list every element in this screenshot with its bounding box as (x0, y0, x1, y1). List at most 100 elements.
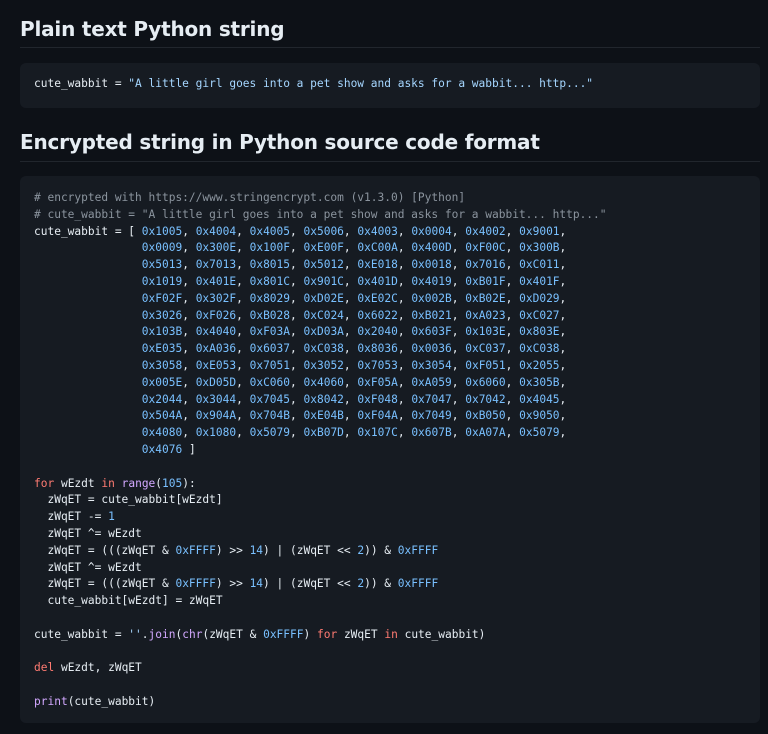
code-token: 0x3026 (141, 308, 183, 322)
code-token: , (343, 426, 358, 440)
code-token: , (343, 358, 358, 372)
code-token: 0xF03A (249, 325, 291, 339)
code-token: , (290, 325, 304, 339)
code-token: 0x7045 (249, 392, 291, 406)
code-token: zWqET = cute_wabbit[wEzdt] (34, 493, 223, 507)
code-token: , (290, 426, 304, 440)
code-token: , (236, 426, 250, 440)
code-line: 0x0009, 0x300E, 0x100F, 0xE00F, 0xC00A, … (34, 241, 567, 255)
code-token: 0x7053 (357, 358, 398, 372)
code-token: , (182, 375, 196, 389)
code-token: , (505, 291, 520, 305)
code-token: ] (182, 442, 196, 456)
code-token: zWqET ^= wEzdt (34, 526, 142, 540)
code-token: 0x904A (195, 409, 237, 423)
code-token: 0x4005 (249, 224, 291, 238)
code-token: , (182, 392, 196, 406)
code-token: , (182, 342, 196, 356)
code-token: , (290, 375, 304, 389)
code-token: 0xFFFF (397, 577, 439, 591)
code-token: 0x401D (357, 274, 398, 288)
code-token: , (451, 426, 466, 440)
code-token: 0x9050 (519, 409, 560, 423)
code-block-plain[interactable]: cute_wabbit = "A little girl goes into a… (20, 63, 760, 108)
code-token: 0xA036 (195, 342, 237, 356)
code-token: 14 (249, 543, 264, 557)
code-block-encrypted[interactable]: # encrypted with https://www.stringencry… (20, 176, 760, 723)
code-token: , (236, 241, 250, 255)
code-line: 0xF02F, 0x302F, 0x8029, 0xD02E, 0xE02C, … (34, 291, 567, 305)
code-token: zWqET ^= wEzdt (34, 560, 142, 574)
code-token: zWqET = (((zWqET & (34, 543, 176, 557)
code-token: 0x4040 (195, 325, 237, 339)
code-token: , (290, 409, 304, 423)
code-line: cute_wabbit[wEzdt] = zWqET (34, 594, 222, 607)
code-line: cute_wabbit = [ 0x1005, 0x4004, 0x4005, … (34, 225, 566, 238)
section-divider (20, 161, 760, 162)
code-token: cute_wabbit) (397, 627, 486, 641)
code-token: 0xC011 (519, 258, 560, 272)
code-token: 0xE04B (303, 409, 344, 423)
code-token: , (343, 274, 358, 288)
code-token: 0x901C (303, 274, 344, 288)
code-token: print (34, 694, 68, 708)
code-token: , (505, 241, 520, 255)
code-token: , (451, 224, 466, 238)
code-text: cute_wabbit = "A little girl goes into a… (34, 76, 593, 93)
code-token: , (290, 224, 304, 238)
code-line: 0x504A, 0x904A, 0x704B, 0xE04B, 0xF04A, … (34, 409, 567, 423)
code-token: , (236, 358, 250, 372)
code-token: , (451, 375, 466, 389)
code-line: 0x4080, 0x1080, 0x5079, 0xB07D, 0x107C, … (34, 426, 567, 440)
code-token: , (505, 224, 520, 238)
code-token: , (182, 291, 196, 305)
code-token: , (397, 409, 412, 423)
code-token: 105 (162, 476, 183, 490)
code-token: 0x9001 (519, 224, 560, 238)
code-token: , (182, 274, 196, 288)
code-token: , (182, 224, 196, 238)
code-token: 0x504A (141, 409, 183, 423)
code-token: , (182, 308, 196, 322)
code-token: 0xE053 (195, 358, 237, 372)
code-token: 0xE035 (141, 342, 183, 356)
code-line: 0x2044, 0x3044, 0x7045, 0x8042, 0xF048, … (34, 392, 567, 406)
code-token: 0xC00A (357, 241, 398, 255)
code-token: 0xF02F (141, 291, 183, 305)
code-token: , (343, 258, 358, 272)
code-token: , (290, 358, 304, 372)
code-token: , (343, 375, 358, 389)
code-line: cute_wabbit = "A little girl goes into a… (34, 77, 593, 90)
code-token: 0x103B (141, 325, 183, 339)
code-token: , (182, 409, 196, 423)
code-token: 0x401E (195, 274, 237, 288)
code-token: 0x0036 (411, 342, 452, 356)
code-token: 0x3058 (141, 358, 183, 372)
code-token: 0xA023 (465, 308, 506, 322)
code-token: , (559, 274, 567, 288)
code-token: 0xB07D (303, 426, 344, 440)
code-token: 0x103E (465, 325, 506, 339)
code-token: , (236, 258, 250, 272)
code-line: 0x103B, 0x4040, 0xF03A, 0xD03A, 0x2040, … (34, 325, 567, 339)
code-token: , (451, 325, 466, 339)
code-token: 0xF04A (357, 409, 398, 423)
code-token: 0x7047 (411, 392, 452, 406)
code-token: 0x5006 (303, 224, 344, 238)
code-token: 0x401F (519, 274, 560, 288)
code-token: 0x7013 (195, 258, 237, 272)
section-divider (20, 47, 760, 48)
code-token: 0xFFFF (175, 577, 216, 591)
code-token: ) | (zWqET << (263, 577, 358, 591)
code-token: del (34, 661, 55, 675)
code-token: 0xC038 (519, 342, 560, 356)
code-token: , (236, 308, 250, 322)
